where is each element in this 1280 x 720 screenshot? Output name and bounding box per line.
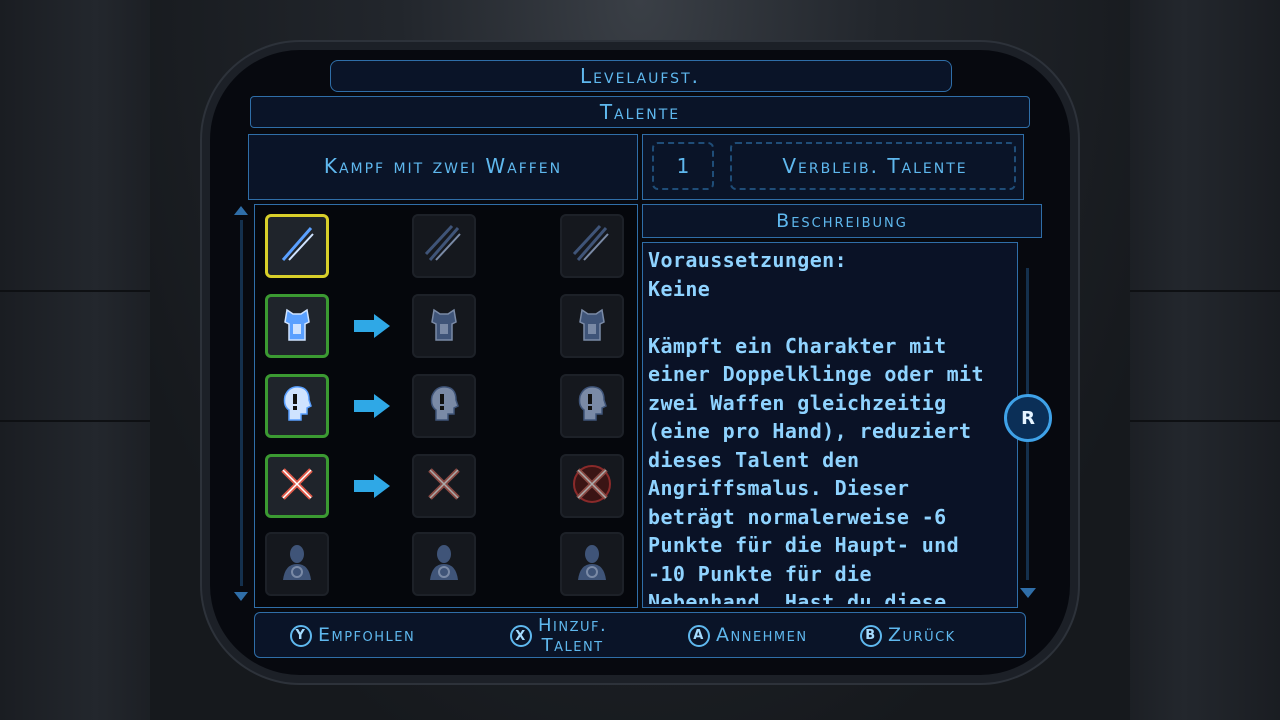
crossed-blades-shield-icon xyxy=(422,462,466,510)
category-label: Kampf mit zwei Waffen xyxy=(323,154,563,178)
b-button-icon: B xyxy=(860,624,882,647)
back-button[interactable]: B Zurück xyxy=(860,624,956,647)
background-left-panel xyxy=(0,0,160,720)
talent-slot[interactable] xyxy=(412,532,476,596)
talent-slot[interactable] xyxy=(265,294,329,358)
armor-plate-icon xyxy=(422,302,466,350)
grid-scroll-up-icon[interactable] xyxy=(234,206,248,215)
y-button-icon: Y xyxy=(290,624,312,647)
talent-slot[interactable] xyxy=(412,294,476,358)
shield-head-icon xyxy=(570,382,614,430)
talent-slot[interactable] xyxy=(560,214,624,278)
droid-bust-icon xyxy=(275,540,319,588)
armor-vest-icon xyxy=(275,302,319,350)
r-button-label: R xyxy=(1021,407,1035,429)
talent-slot[interactable] xyxy=(412,454,476,518)
a-button-icon: A xyxy=(688,624,710,647)
talent-slot[interactable] xyxy=(265,214,329,278)
remaining-label: Verbleib. Talente xyxy=(782,154,968,178)
upgrade-arrow-icon xyxy=(352,392,392,420)
talent-slot[interactable] xyxy=(412,374,476,438)
add-talent-label-line2: Talent xyxy=(541,635,604,656)
armor-suit-icon xyxy=(570,302,614,350)
scroll-description-button[interactable]: R xyxy=(1004,394,1052,442)
talent-slot[interactable] xyxy=(560,374,624,438)
talent-slot[interactable] xyxy=(265,454,329,518)
talent-slot[interactable] xyxy=(265,374,329,438)
accept-button[interactable]: A Annehmen xyxy=(688,624,808,647)
talent-slot[interactable] xyxy=(265,532,329,596)
talent-slot[interactable] xyxy=(560,454,624,518)
upgrade-arrow-icon xyxy=(352,472,392,500)
talent-slot[interactable] xyxy=(560,294,624,358)
description-scroll-down-icon[interactable] xyxy=(1020,588,1036,598)
sound-head-icon xyxy=(422,382,466,430)
alert-head-icon xyxy=(275,382,319,430)
add-talent-button[interactable]: X Hinzuf. Talent xyxy=(510,616,607,656)
droid-bust-ring-icon xyxy=(422,540,466,588)
claw-swords-icon xyxy=(570,222,614,270)
description-text: Voraussetzungen: Keine Kämpft ein Charak… xyxy=(648,248,984,604)
talent-slot[interactable] xyxy=(560,532,624,596)
grid-scroll-down-icon[interactable] xyxy=(234,592,248,601)
crossed-blades-round-icon xyxy=(570,462,614,510)
accept-label: Annehmen xyxy=(716,624,808,646)
background-right-panel xyxy=(1120,0,1280,720)
description-header: Beschreibung xyxy=(776,210,908,232)
upgrade-arrow-icon xyxy=(352,312,392,340)
remaining-count: 1 xyxy=(676,154,690,178)
x-button-icon: X xyxy=(510,625,532,647)
grid-scrollbar[interactable] xyxy=(240,220,243,586)
recommended-label: Empfohlen xyxy=(318,624,416,646)
section-title: Talente xyxy=(599,100,681,124)
back-label: Zurück xyxy=(888,624,956,646)
twin-swords-icon xyxy=(275,222,319,270)
add-talent-label-line1: Hinzuf. xyxy=(538,615,608,636)
crossed-blades-icon xyxy=(275,462,319,510)
droid-bust-glow-icon xyxy=(570,540,614,588)
talent-slot[interactable] xyxy=(412,214,476,278)
recommended-button[interactable]: Y Empfohlen xyxy=(290,624,415,647)
triple-swords-icon xyxy=(422,222,466,270)
screen-title: Levelaufst. xyxy=(580,64,700,88)
